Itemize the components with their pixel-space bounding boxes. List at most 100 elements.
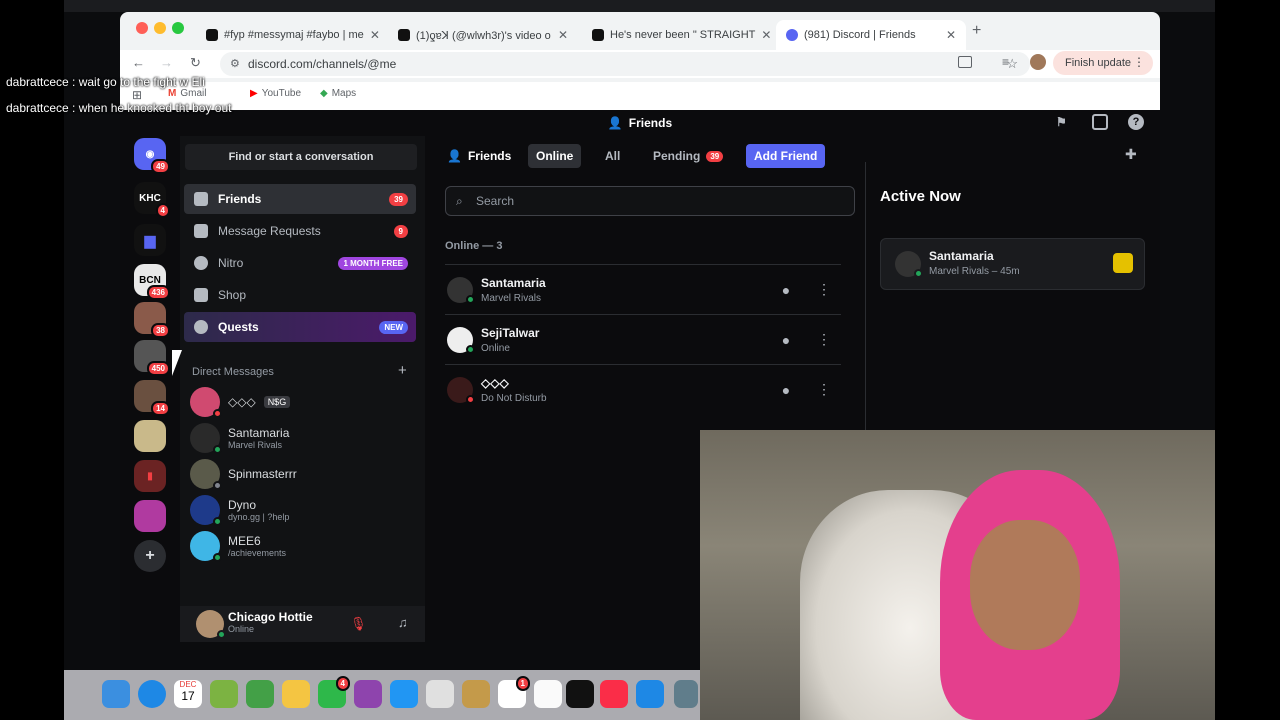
browser-tab[interactable]: #fyp #messymaj #faybo | me ✕ <box>196 20 386 50</box>
add-server-button[interactable]: + <box>134 540 166 572</box>
apps-icon[interactable]: ⊞ <box>132 88 142 102</box>
zoom-window-button[interactable] <box>172 22 184 34</box>
nav-quests[interactable]: Quests NEW <box>184 312 416 342</box>
app-store-icon[interactable] <box>636 680 664 708</box>
close-tab-icon[interactable]: ✕ <box>946 28 956 42</box>
find-conversation-button[interactable]: Find or start a conversation <box>185 144 417 170</box>
more-options-icon[interactable]: ⋮ <box>813 379 835 401</box>
tab-all[interactable]: All <box>597 144 628 168</box>
avatar <box>447 376 475 404</box>
dm-item[interactable]: Dyno dyno.gg | ?help <box>188 492 416 528</box>
bookmark-maps[interactable]: ◆ Maps <box>320 88 356 99</box>
system-settings-icon[interactable] <box>674 680 698 708</box>
friends-search-input[interactable]: ⌕ Search <box>445 186 855 216</box>
forward-icon[interactable]: → <box>160 55 173 70</box>
bookmark-gmail[interactable]: M Gmail <box>168 88 206 99</box>
finish-update-button[interactable]: Finish update ⋮ <box>1053 51 1154 75</box>
active-now-card[interactable]: Santamaria Marvel Rivals – 45m <box>880 238 1145 290</box>
nav-message-requests[interactable]: Message Requests 9 <box>184 216 416 246</box>
browser-tab[interactable]: (1)ƍɐꓘ (@wlwh3r)'s video o ✕ <box>388 20 578 50</box>
server-icon[interactable] <box>134 420 166 452</box>
url-text: discord.com/channels/@me <box>248 57 397 71</box>
launchpad-icon[interactable] <box>426 680 454 708</box>
browser-tab[interactable]: He's never been " STRAIGHT ✕ <box>582 20 772 50</box>
dm-sidebar: Find or start a conversation Friends 39 … <box>180 136 458 642</box>
friend-row[interactable]: Santamaria Marvel Rivals ● ⋮ <box>445 264 841 314</box>
more-options-icon[interactable]: ⋮ <box>813 329 835 351</box>
browser-tab-active[interactable]: (981) Discord | Friends ✕ <box>776 20 966 50</box>
server-icon[interactable]: 450 <box>134 340 170 376</box>
facetime-icon[interactable]: 4 <box>318 676 350 708</box>
user-avatar[interactable] <box>196 610 226 639</box>
folder-icon[interactable]: ▆ <box>134 224 166 256</box>
message-icon[interactable]: ● <box>775 279 797 301</box>
nav-friends[interactable]: Friends 39 <box>184 184 416 214</box>
music-icon[interactable] <box>600 680 628 708</box>
mic-muted-icon[interactable]: 🎙 <box>350 616 367 632</box>
site-info-icon[interactable]: ⚙ <box>230 57 240 70</box>
server-icon[interactable]: 38 <box>134 302 170 338</box>
messages-icon[interactable] <box>246 680 274 708</box>
address-bar[interactable]: ⚙ discord.com/channels/@me ☆ <box>220 52 1030 76</box>
server-icon[interactable]: ▮ <box>134 460 166 492</box>
message-icon[interactable]: ● <box>775 329 797 351</box>
podcasts-icon[interactable] <box>354 680 382 708</box>
server-icon[interactable]: BCN 436 <box>134 264 170 300</box>
inbox-icon[interactable] <box>1092 114 1108 130</box>
pending-count-badge: 39 <box>706 150 724 162</box>
add-friend-button[interactable]: Add Friend <box>746 144 826 168</box>
friend-row[interactable]: SejiTalwar Online ● ⋮ <box>445 314 841 364</box>
friend-row[interactable]: ◇◇◇ Do Not Disturb ● ⋮ <box>445 364 841 414</box>
server-icon[interactable]: 14 <box>134 380 170 416</box>
search-icon: ⌕ <box>456 194 463 208</box>
nav-nitro[interactable]: Nitro 1 MONTH FREE <box>184 248 416 278</box>
reload-icon[interactable]: ↻ <box>190 55 201 71</box>
reminders-icon[interactable]: 1 <box>498 676 530 708</box>
calendar-day: 17 <box>181 689 195 703</box>
freeform-icon[interactable] <box>534 680 562 708</box>
unread-badge: 4 <box>155 203 170 218</box>
mail-icon <box>194 224 208 238</box>
apple-tv-icon[interactable] <box>566 680 594 708</box>
more-options-icon[interactable]: ⋮ <box>813 279 835 301</box>
new-group-dm-icon[interactable]: ✚ <box>1125 146 1137 163</box>
dm-item[interactable]: Santamaria Marvel Rivals <box>188 420 416 456</box>
dm-item[interactable]: Spinmasterrr <box>188 456 416 492</box>
close-tab-icon[interactable]: ✕ <box>761 28 771 42</box>
help-icon[interactable]: ? <box>1128 114 1144 130</box>
server-icon[interactable] <box>134 500 166 532</box>
flag-icon[interactable]: ⚑ <box>1056 115 1067 129</box>
minimize-window-button[interactable] <box>154 22 166 34</box>
avatar <box>895 251 923 278</box>
message-icon[interactable]: ● <box>775 379 797 401</box>
tab-label: He's never been " STRAIGHT <box>610 29 756 41</box>
maps-app-icon[interactable] <box>210 680 238 708</box>
profile-avatar[interactable] <box>1030 54 1046 70</box>
calendar-icon[interactable]: DEC 17 <box>174 680 202 708</box>
tab-online[interactable]: Online <box>528 144 582 168</box>
close-window-button[interactable] <box>136 22 148 34</box>
friends-icon: 👤 <box>447 149 462 163</box>
close-tab-icon[interactable]: ✕ <box>558 28 568 42</box>
close-tab-icon[interactable]: ✕ <box>370 28 380 42</box>
tab-pending[interactable]: Pending 39 <box>645 144 731 168</box>
home-button[interactable]: ◉ 49 <box>134 138 170 174</box>
server-icon[interactable]: KHC 4 <box>134 182 170 218</box>
finder-icon[interactable] <box>102 680 130 708</box>
dm-item[interactable]: ◇◇◇ N$G <box>188 384 416 420</box>
contacts-icon[interactable] <box>462 680 490 708</box>
facetime-badge: 4 <box>335 676 350 691</box>
more-icon[interactable]: ⋮ <box>1133 55 1145 69</box>
back-icon[interactable]: ← <box>132 55 145 70</box>
headphones-icon[interactable]: ♫ <box>398 615 408 630</box>
create-dm-icon[interactable]: + <box>398 362 407 379</box>
media-icon[interactable]: ≡ <box>1002 55 1009 69</box>
new-tab-icon[interactable]: + <box>972 22 981 40</box>
photos-icon[interactable] <box>282 680 310 708</box>
safari-icon[interactable] <box>138 680 166 708</box>
bookmark-youtube[interactable]: ▶ YouTube <box>250 88 301 99</box>
dm-item[interactable]: MEE6 /achievements <box>188 528 416 564</box>
nav-shop[interactable]: Shop <box>184 280 416 310</box>
cast-icon[interactable] <box>958 56 972 68</box>
mail-app-icon[interactable] <box>390 680 418 708</box>
